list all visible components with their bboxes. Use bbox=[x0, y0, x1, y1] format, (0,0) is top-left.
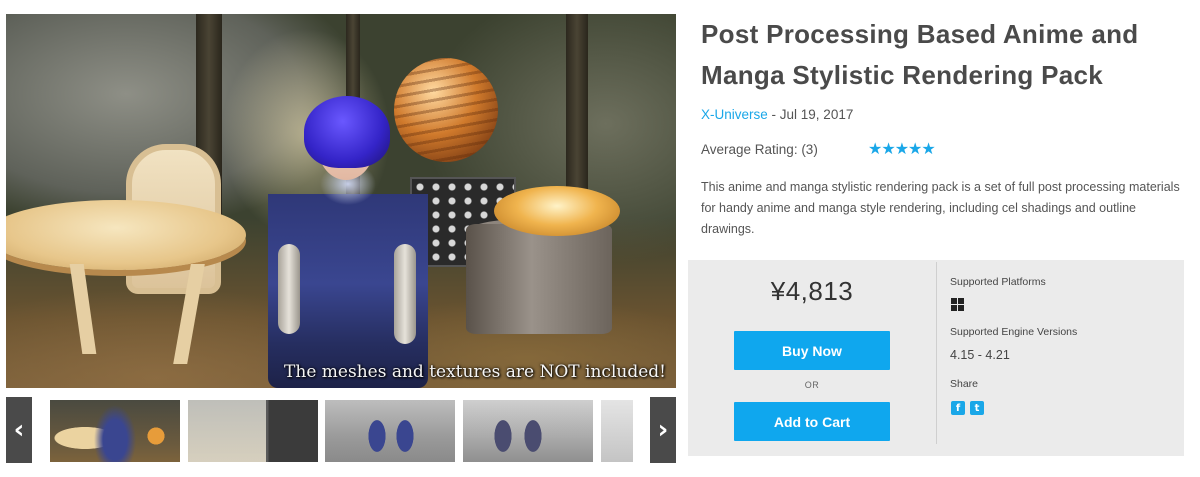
image-watermark: The meshes and textures are NOT included… bbox=[284, 362, 666, 382]
facebook-share-icon[interactable]: f bbox=[951, 401, 965, 415]
panel-divider bbox=[936, 262, 937, 444]
or-separator: OR bbox=[804, 380, 820, 390]
thumbnail-5[interactable] bbox=[601, 400, 633, 462]
chevron-left-icon: ‹ bbox=[13, 415, 25, 445]
chevron-right-icon: › bbox=[657, 415, 669, 445]
previous-arrow-button[interactable]: ‹ bbox=[6, 397, 32, 463]
author-link[interactable]: X-Universe bbox=[701, 107, 768, 122]
twitter-share-icon[interactable]: t bbox=[970, 401, 984, 415]
product-title: Post Processing Based Anime and Manga St… bbox=[701, 19, 1139, 90]
date-separator: - bbox=[767, 107, 780, 122]
star-rating-icon: ★★★★★ bbox=[868, 139, 936, 158]
engine-versions: 4.15 - 4.21 bbox=[950, 348, 1010, 362]
windows-icon bbox=[951, 298, 964, 311]
next-arrow-button[interactable]: › bbox=[650, 397, 676, 463]
buy-now-button[interactable]: Buy Now bbox=[734, 331, 890, 370]
main-product-image[interactable]: The meshes and textures are NOT included… bbox=[6, 14, 676, 388]
character-arm bbox=[278, 244, 300, 334]
release-date: Jul 19, 2017 bbox=[779, 107, 854, 122]
character-arm bbox=[394, 244, 416, 344]
add-to-cart-button[interactable]: Add to Cart bbox=[734, 402, 890, 441]
share-label: Share bbox=[950, 378, 979, 390]
tree-trunk bbox=[566, 14, 588, 204]
thumbnail-3[interactable] bbox=[325, 400, 455, 462]
supported-engine-versions-label: Supported Engine Versions bbox=[950, 326, 1078, 338]
thumbnail-strip: ‹ › bbox=[6, 397, 676, 463]
character-hair bbox=[304, 96, 390, 168]
price: ¥4,813 bbox=[770, 276, 854, 306]
thumbnail-2[interactable] bbox=[188, 400, 318, 462]
product-description: This anime and manga stylistic rendering… bbox=[701, 180, 1180, 236]
stone-cylinder bbox=[466, 224, 612, 334]
thumbnail-1[interactable] bbox=[50, 400, 180, 462]
rating-label: Average Rating: (3) bbox=[701, 142, 818, 157]
byline: X-Universe - Jul 19, 2017 bbox=[701, 107, 853, 122]
supported-platforms-label: Supported Platforms bbox=[950, 276, 1046, 288]
gold-torus bbox=[494, 186, 620, 236]
thumbnail-4[interactable] bbox=[463, 400, 593, 462]
